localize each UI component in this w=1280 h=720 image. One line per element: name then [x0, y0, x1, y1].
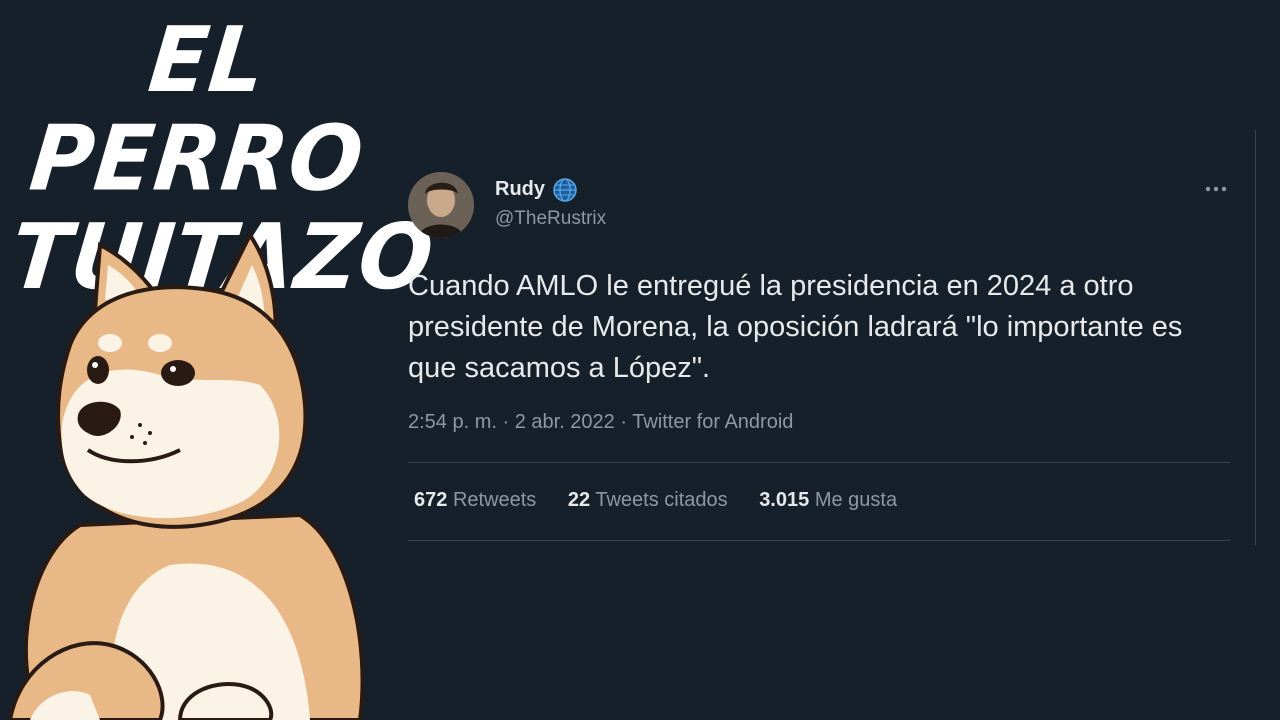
likes-count: 3.015 — [759, 489, 810, 511]
quotes-count: 22 — [567, 489, 591, 511]
tweet-card[interactable]: Rudy @TheRustrix Cuando AMLO le entregué… — [390, 130, 1256, 545]
avatar-image — [408, 172, 474, 238]
likes-stat[interactable]: 3.015 Me gusta — [759, 489, 897, 512]
retweets-stat[interactable]: 672 Retweets — [414, 489, 536, 512]
doge-illustration — [7, 231, 365, 720]
avatar[interactable] — [408, 172, 474, 238]
display-name[interactable]: Rudy — [495, 178, 545, 201]
thumbnail-title-line1: EL PERRO — [25, 7, 369, 212]
globe-icon — [553, 178, 577, 202]
more-options-icon[interactable] — [1204, 182, 1228, 196]
retweets-label: Retweets — [452, 489, 537, 511]
divider — [408, 540, 1230, 541]
divider — [408, 462, 1230, 463]
tweet-stats: 672 Retweets 22 Tweets citados 3.015 Me … — [414, 489, 923, 512]
user-handle[interactable]: @TheRustrix — [495, 208, 606, 230]
tweet-text: Cuando AMLO le entregué la presidencia e… — [408, 270, 1183, 384]
quotes-stat[interactable]: 22 Tweets citados — [568, 489, 728, 512]
tweet-timestamp[interactable]: 2:54 p. m. · 2 abr. 2022 · Twitter for A… — [408, 411, 793, 434]
retweets-count: 672 — [414, 489, 448, 511]
quotes-label: Tweets citados — [595, 489, 728, 511]
likes-label: Me gusta — [814, 489, 898, 511]
